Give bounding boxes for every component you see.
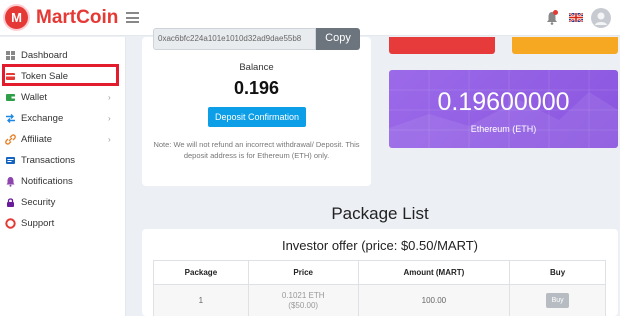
notification-dot [553,10,558,15]
balance-value: 0.196 [233,78,280,98]
buy-button[interactable]: Buy [546,293,570,308]
logo-letter: M [11,10,22,25]
stat-card-red [389,37,495,54]
sidebar-item-transactions[interactable]: Transactions [0,150,126,171]
deposit-note: Note: We will not refund an incorrect wi… [153,140,360,160]
table-header-row: Package Price Amount (MART) Buy [153,260,606,285]
sidebar-item-label: Transactions [21,155,76,166]
lock-icon [7,198,14,207]
eth-balance-label: Ethereum (ETH) [470,124,537,134]
uk-flag-icon[interactable] [569,13,583,22]
stat-card-yellow [512,37,618,54]
column-header: Price [247,260,359,285]
menu-toggle-icon[interactable] [126,12,139,23]
dashboard-icon [6,51,15,60]
copy-button[interactable]: Copy [316,28,360,50]
price-usd: ($50.00) [288,300,319,310]
sidebar-item-dashboard[interactable]: Dashboard [0,45,126,66]
sidebar-item-affiliate[interactable]: Affiliate › [0,129,126,150]
user-avatar-icon[interactable] [591,8,611,28]
wallet-address-field[interactable]: 0xac6bfc224a101e1010d32ad9dae55b8 [153,28,316,50]
sidebar-item-support[interactable]: Support [0,213,126,234]
amount-cell: 100.00 [357,284,511,316]
price-eth: 0.1021 ETH [281,290,325,300]
package-table: Package Price Amount (MART) Buy 1 0.1021… [153,260,606,316]
wallet-icon [6,94,15,101]
sidebar-item-exchange[interactable]: Exchange › [0,108,126,129]
exchange-icon [6,114,15,123]
sidebar-item-label: Affiliate [21,134,52,145]
package-list-title: Package List [331,204,429,223]
sidebar-item-label: Support [21,218,55,229]
package-cell: 1 [153,284,249,316]
affiliate-icon [5,134,16,145]
sidebar-item-label: Dashboard [21,50,68,61]
deposit-confirmation-button[interactable]: Deposit Confirmation [208,107,306,127]
chevron-right-icon: › [108,93,111,102]
sidebar-item-wallet[interactable]: Wallet › [0,87,126,108]
transactions-icon [6,157,15,164]
sidebar-item-label: Notifications [21,176,73,187]
brand-name[interactable]: MartCoin [36,7,118,29]
support-icon [5,218,16,229]
sidebar-item-label: Security [21,197,56,208]
balance-label: Balance [239,62,274,73]
price-cell: 0.1021 ETH ($50.00) [247,284,359,316]
brand-logo[interactable]: M [3,4,30,31]
chevron-right-icon: › [108,114,111,123]
buy-cell: Buy [509,284,606,316]
bell-icon [6,177,15,187]
table-row: 1 0.1021 ETH ($50.00) 100.00 Buy [153,284,606,316]
sidebar-item-security[interactable]: Security [0,192,126,213]
investor-offer-heading: Investor offer (price: $0.50/MART) [281,238,479,253]
chevron-right-icon: › [108,135,111,144]
active-item-highlight [2,64,119,86]
eth-balance-card: 0.19600000 Ethereum (ETH) [389,70,618,148]
sidebar-item-label: Exchange [21,113,64,124]
column-header: Buy [509,260,606,285]
column-header: Amount (MART) [357,260,511,285]
column-header: Package [153,260,249,285]
sidebar-item-notifications[interactable]: Notifications [0,171,126,192]
sidebar-item-label: Wallet [21,92,48,103]
eth-balance-value: 0.19600000 [437,88,570,116]
